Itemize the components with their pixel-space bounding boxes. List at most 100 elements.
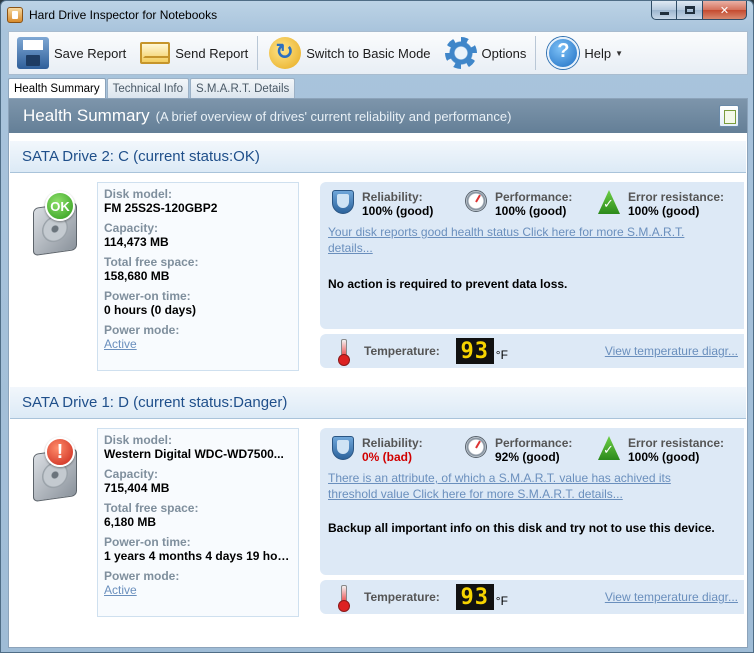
error-resistance-metric: Error resistance: 100% (good)	[598, 190, 731, 218]
toolbar: Save Report Send Report Switch to Basic …	[8, 31, 748, 75]
smart-details-link[interactable]: Your disk reports good health status Cli…	[320, 218, 744, 256]
metrics-row: Reliability: 0% (bad) Performance: 92% (…	[320, 428, 744, 464]
app-icon[interactable]	[7, 7, 23, 23]
error-resistance-value: 100% (good)	[628, 450, 700, 464]
gauge-icon	[465, 190, 487, 212]
maximize-button[interactable]	[677, 1, 703, 20]
help-menu-button[interactable]: Help ▼	[539, 34, 629, 72]
switch-basic-mode-button[interactable]: Switch to Basic Mode	[261, 34, 436, 72]
metrics-row: Reliability: 100% (good) Performance: 10…	[320, 182, 744, 218]
performance-value: 92% (good)	[495, 450, 560, 464]
save-report-label: Save Report	[54, 45, 127, 61]
drive-status-icon: OK	[29, 191, 81, 257]
save-report-button[interactable]: Save Report	[9, 34, 132, 72]
temperature-diagram-link[interactable]: View temperature diagr...	[605, 590, 738, 604]
capacity-value: 715,404 MB	[104, 481, 170, 495]
free-space-value: 158,680 MB	[104, 269, 170, 283]
temperature-display: 93	[455, 338, 494, 364]
page-subtitle: (A brief overview of drives' current rel…	[155, 108, 512, 124]
temperature-box: Temperature: 93 °F View temperature diag…	[320, 334, 744, 368]
power-mode-link[interactable]: Active	[104, 583, 292, 597]
temperature-label: Temperature:	[364, 344, 440, 358]
performance-metric: Performance: 92% (good)	[465, 436, 598, 464]
floppy-disk-icon	[17, 37, 49, 69]
title-bar[interactable]: Hard Drive Inspector for Notebooks ✕	[1, 1, 753, 30]
shield-icon	[332, 190, 354, 214]
power-on-label: Power-on time:	[104, 289, 191, 303]
export-icon[interactable]	[719, 105, 739, 127]
page-title: Health Summary	[23, 106, 150, 125]
reliability-label: Reliability:	[362, 436, 423, 450]
smart-details-link[interactable]: There is an attribute, of which a S.M.A.…	[320, 464, 720, 502]
advice-text: Backup all important info on this disk a…	[328, 521, 715, 535]
window-controls: ✕	[651, 1, 747, 21]
performance-label: Performance:	[495, 190, 573, 204]
toolbar-separator	[535, 36, 537, 70]
drive-title: SATA Drive 2: C (current status:OK)	[22, 148, 260, 165]
performance-label: Performance:	[495, 436, 573, 450]
tab-strip: Health Summary Technical Info S.M.A.R.T.…	[8, 78, 296, 99]
app-window: Hard Drive Inspector for Notebooks ✕ Sav…	[0, 0, 754, 653]
drive-title: SATA Drive 1: D (current status:Danger)	[22, 394, 288, 411]
health-summary-panel: Health Summary (A brief overview of driv…	[8, 98, 748, 648]
minimize-button[interactable]	[651, 1, 677, 20]
help-icon	[547, 37, 580, 69]
temperature-label: Temperature:	[364, 590, 440, 604]
disk-model-value: Western Digital WDC-WD7500...	[104, 447, 284, 461]
maximize-icon	[684, 6, 695, 14]
drive-status-box: Reliability: 0% (bad) Performance: 92% (…	[320, 428, 744, 575]
performance-value: 100% (good)	[495, 204, 567, 218]
reliability-metric: Reliability: 100% (good)	[332, 190, 465, 218]
reliability-metric: Reliability: 0% (bad)	[332, 436, 465, 464]
gear-icon	[444, 37, 477, 69]
drive-info-box: Disk model: Western Digital WDC-WD7500..…	[97, 428, 299, 617]
close-button[interactable]: ✕	[703, 1, 747, 20]
temperature-box: Temperature: 93 °F View temperature diag…	[320, 580, 744, 614]
disk-model-label: Disk model:	[104, 187, 173, 201]
drive-card: SATA Drive 2: C (current status:OK) OK D…	[10, 141, 746, 374]
drive-status-icon: !	[29, 437, 81, 503]
disk-model-value: FM 25S2S-120GBP2	[104, 201, 218, 215]
checkmark-triangle-icon	[598, 436, 620, 460]
send-report-label: Send Report	[175, 45, 249, 61]
thermometer-icon	[338, 339, 350, 366]
reliability-value: 0% (bad)	[362, 450, 413, 464]
panel-header: Health Summary (A brief overview of driv…	[9, 99, 747, 133]
power-on-value: 0 hours (0 days)	[104, 303, 197, 317]
disk-model-label: Disk model:	[104, 433, 173, 447]
temperature-display: 93	[455, 584, 494, 610]
ok-badge: OK	[45, 191, 75, 221]
error-resistance-label: Error resistance:	[628, 190, 725, 204]
window-title: Hard Drive Inspector for Notebooks	[29, 8, 218, 22]
power-mode-label: Power mode:	[104, 323, 180, 337]
performance-metric: Performance: 100% (good)	[465, 190, 598, 218]
gauge-icon	[465, 436, 487, 458]
capacity-label: Capacity:	[104, 467, 159, 481]
power-mode-link[interactable]: Active	[104, 337, 292, 351]
toolbar-separator	[257, 36, 259, 70]
temperature-diagram-link[interactable]: View temperature diagr...	[605, 344, 738, 358]
minimize-icon	[659, 11, 669, 15]
drive-card: SATA Drive 1: D (current status:Danger) …	[10, 387, 746, 620]
power-on-value: 1 years 4 months 4 days 19 hour...	[104, 549, 292, 563]
advice-text: No action is required to prevent data lo…	[328, 277, 568, 291]
temperature-unit: °F	[495, 348, 508, 362]
envelope-icon	[140, 42, 171, 64]
shield-icon	[332, 436, 354, 460]
reliability-label: Reliability:	[362, 190, 423, 204]
send-report-button[interactable]: Send Report	[132, 34, 254, 72]
tab-technical-info[interactable]: Technical Info	[106, 78, 189, 98]
switch-basic-mode-label: Switch to Basic Mode	[306, 45, 431, 61]
options-button[interactable]: Options	[437, 34, 533, 72]
free-space-label: Total free space:	[104, 501, 199, 515]
free-space-value: 6,180 MB	[104, 515, 157, 529]
free-space-label: Total free space:	[104, 255, 199, 269]
capacity-value: 114,473 MB	[104, 235, 169, 249]
error-resistance-value: 100% (good)	[628, 204, 700, 218]
checkmark-triangle-icon	[598, 190, 620, 214]
temperature-unit: °F	[495, 594, 508, 608]
tab-health-summary[interactable]: Health Summary	[8, 78, 106, 99]
error-resistance-label: Error resistance:	[628, 436, 725, 450]
danger-badge: !	[45, 437, 75, 467]
tab-smart-details[interactable]: S.M.A.R.T. Details	[189, 78, 296, 98]
